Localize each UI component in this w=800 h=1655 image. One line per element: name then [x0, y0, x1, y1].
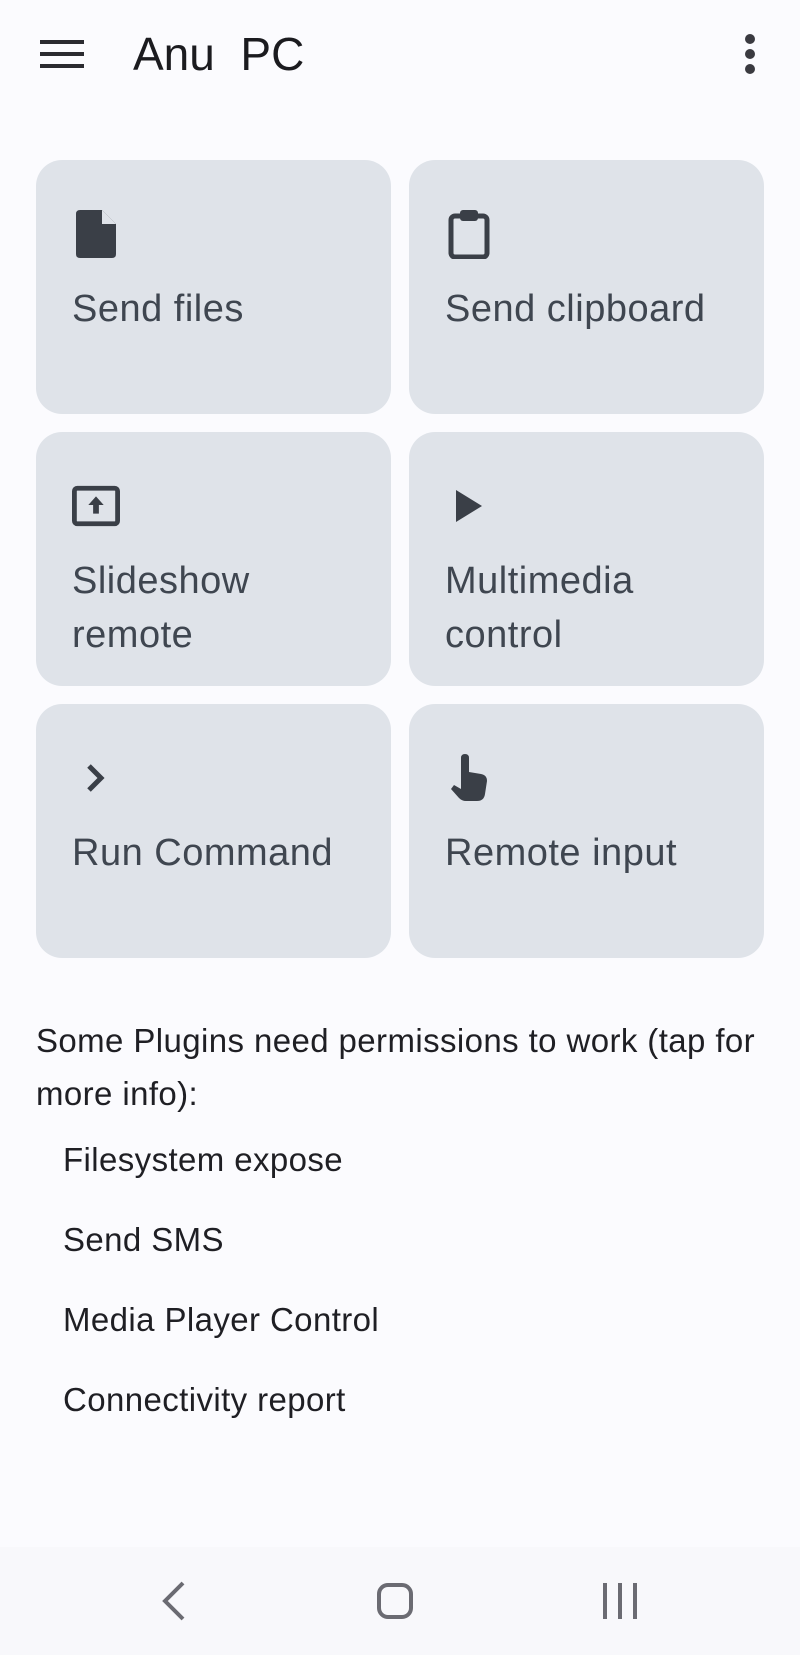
- permissions-list: Filesystem expose Send SMS Media Player …: [0, 1133, 800, 1453]
- tile-label: Multimedia control: [445, 560, 634, 656]
- top-app-bar: Anu PC: [0, 0, 800, 110]
- tile-label: Send clipboard: [445, 288, 706, 330]
- hamburger-menu-icon: [40, 40, 84, 68]
- touch-icon: [445, 754, 493, 802]
- tile-label: Run Command: [72, 832, 334, 874]
- tile-label: Slideshow remote: [72, 560, 250, 656]
- overflow-menu-button[interactable]: [722, 22, 778, 86]
- tile-label: Send files: [72, 288, 244, 330]
- back-button[interactable]: [134, 1571, 214, 1631]
- chevron-right-icon: [72, 754, 120, 802]
- tile-label: Remote input: [445, 832, 678, 874]
- permission-item-connectivity-report[interactable]: Connectivity report: [0, 1351, 800, 1453]
- permissions-note[interactable]: Some Plugins need permissions to work (t…: [36, 1014, 776, 1120]
- clipboard-icon: [445, 210, 493, 259]
- send-clipboard-tile[interactable]: Send clipboard: [409, 160, 764, 414]
- device-title: Anu PC: [133, 28, 305, 80]
- home-icon: [377, 1583, 413, 1619]
- send-files-tile[interactable]: Send files: [36, 160, 391, 414]
- home-button[interactable]: [355, 1571, 435, 1631]
- slideshow-remote-tile[interactable]: Slideshow remote: [36, 432, 391, 686]
- system-navigation-bar: [0, 1547, 800, 1655]
- menu-button[interactable]: [30, 22, 94, 86]
- back-icon: [162, 1581, 185, 1621]
- file-icon: [72, 210, 120, 258]
- plugin-grid: Send files Send clipboard Slideshow remo…: [36, 160, 764, 958]
- more-vert-icon: [745, 34, 755, 74]
- recents-button[interactable]: [580, 1571, 660, 1631]
- run-command-tile[interactable]: Run Command: [36, 704, 391, 958]
- recents-icon: [603, 1583, 637, 1619]
- multimedia-control-tile[interactable]: Multimedia control: [409, 432, 764, 686]
- presentation-icon: [72, 482, 120, 530]
- play-icon: [445, 482, 493, 530]
- remote-input-tile[interactable]: Remote input: [409, 704, 764, 958]
